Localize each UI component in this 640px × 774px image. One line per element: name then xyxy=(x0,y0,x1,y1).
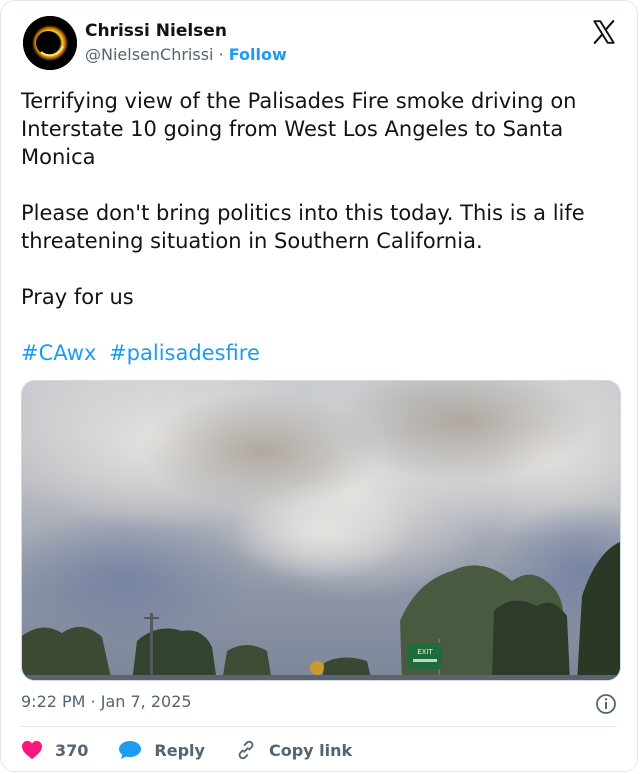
follow-button[interactable]: Follow xyxy=(229,45,287,64)
tweet-paragraph: Please don't bring politics into this to… xyxy=(21,201,585,253)
tweet-paragraph: Pray for us xyxy=(21,285,134,309)
tweet-paragraph: Terrifying view of the Palisades Fire sm… xyxy=(21,89,577,169)
like-button[interactable]: 370 xyxy=(21,740,88,760)
info-icon[interactable] xyxy=(595,693,617,715)
author-name[interactable]: Chrissi Nielsen xyxy=(85,21,227,41)
reply-button[interactable]: Reply xyxy=(118,740,205,760)
exit-sign-text: EXIT xyxy=(417,648,433,656)
divider xyxy=(21,726,617,727)
link-icon xyxy=(238,740,254,760)
action-bar: 370 Reply Copy link xyxy=(21,737,382,763)
author-handle[interactable]: @NielsenChrissi xyxy=(85,45,213,64)
eclipse-avatar-image xyxy=(23,16,77,70)
tweet-time: 9:22 PM xyxy=(21,692,86,711)
heart-icon xyxy=(22,740,42,760)
like-count: 370 xyxy=(55,740,89,760)
copy-link-label: Copy link xyxy=(268,740,353,760)
hashtag-link[interactable]: #CAwx xyxy=(21,341,96,365)
hashtag-link[interactable]: #palisadesfire xyxy=(109,341,260,365)
smoke-photo-image: EXIT xyxy=(22,381,620,680)
hashtag-row: #CAwx #palisadesfire xyxy=(21,339,621,367)
reply-label: Reply xyxy=(154,740,205,760)
speech-bubble-icon xyxy=(119,741,142,759)
tweet-date: Jan 7, 2025 xyxy=(100,692,192,711)
author-handle-row: @NielsenChrissi · Follow xyxy=(85,45,287,64)
avatar[interactable] xyxy=(23,16,77,70)
time-separator: · xyxy=(90,692,96,711)
exit-sign xyxy=(408,643,442,669)
tweet-card: Chrissi Nielsen @NielsenChrissi · Follow… xyxy=(0,0,638,772)
x-logo-icon[interactable] xyxy=(591,19,617,45)
copy-link-button[interactable]: Copy link xyxy=(235,739,352,761)
handle-separator: · xyxy=(218,45,224,64)
tweet-photo[interactable]: EXIT xyxy=(21,380,621,681)
tweet-text: Terrifying view of the Palisades Fire sm… xyxy=(21,87,621,367)
tweet-timestamp[interactable]: 9:22 PM · Jan 7, 2025 xyxy=(21,692,192,711)
